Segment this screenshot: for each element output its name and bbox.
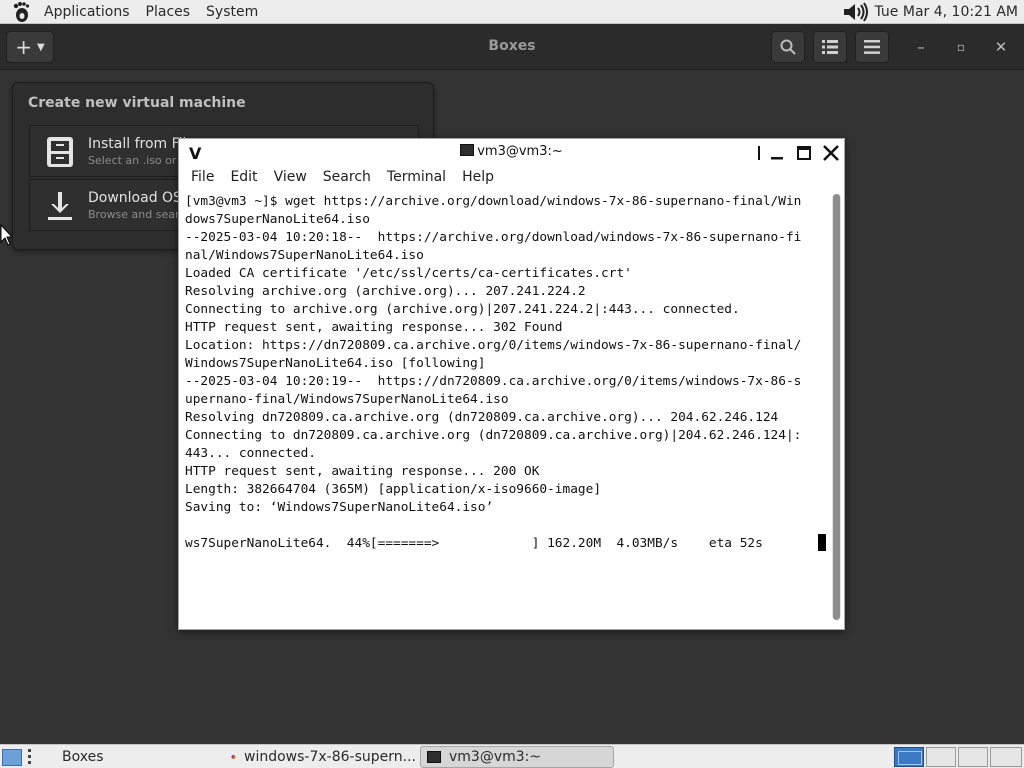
firefox-icon [231,754,236,760]
terminal-line: 443... connected. [185,446,316,461]
terminal-line: upernano-final/Windows7SuperNanoLite64.i… [185,392,509,407]
workspace-2[interactable] [926,747,956,767]
menu-system[interactable]: System [198,1,266,23]
terminal-title-wrap: vm3@vm3:~ [179,144,844,159]
menu-applications[interactable]: Applications [36,1,138,23]
maximize-icon [797,146,811,160]
terminal-close-button[interactable] [820,142,842,164]
menu-help[interactable]: Help [462,169,494,185]
menu-edit[interactable]: Edit [230,169,257,185]
terminal-line: Length: 382664704 (365M) [application/x-… [185,482,602,497]
list-view-icon [822,40,838,54]
taskbar-label: vm3@vm3:~ [449,749,542,765]
terminal-line: Loaded CA certificate '/etc/ssl/certs/ca… [185,266,632,281]
terminal-line: nal/Windows7SuperNanoLite64.iso [185,248,424,263]
titlebar-separator [758,146,760,160]
terminal-line: Resolving archive.org (archive.org)... 2… [185,284,586,299]
menu-places[interactable]: Places [138,1,199,23]
terminal-titlebar[interactable]: V vm3@vm3:~ [179,139,844,166]
taskbar-item-firefox[interactable]: windows-7x-86-supern... [228,746,416,768]
download-progress-line: ws7SuperNanoLite64. 44%[=======> ] 162.2… [185,536,763,551]
terminal-maximize-button[interactable] [793,142,815,164]
terminal-scrollbar[interactable] [832,194,841,620]
terminal-line: Location: https://dn720809.ca.archive.or… [185,338,802,353]
terminal-icon [460,144,475,156]
bottom-panel: Boxes windows-7x-86-supern... vm3@vm3:~ [0,744,1024,768]
clock[interactable]: Tue Mar 4, 10:21 AM [875,4,1019,20]
terminal-body[interactable]: [vm3@vm3 ~]$ wget https://archive.org/do… [179,190,844,629]
gnome-foot-icon[interactable] [10,1,32,23]
terminal-line: Windows7SuperNanoLite64.iso [following] [185,356,486,371]
top-panel: Applications Places System Tue Mar 4, 10… [0,0,1024,24]
mouse-pointer-icon [0,224,14,246]
volume-icon[interactable] [841,1,871,23]
maximize-button[interactable]: ▫ [948,34,974,60]
close-icon [823,145,839,161]
minimize-button[interactable]: – [908,34,934,60]
search-icon [780,39,796,55]
taskbar-item-boxes[interactable]: Boxes [40,746,220,768]
terminal-minimize-button[interactable] [766,142,788,164]
taskbar-label: windows-7x-86-supern... [244,749,416,765]
text-cursor [818,534,826,551]
menu-search[interactable]: Search [323,169,371,185]
close-button[interactable]: ✕ [988,34,1014,60]
terminal-line: Resolving dn720809.ca.archive.org (dn720… [185,410,779,425]
download-icon [48,192,72,220]
terminal-window: V vm3@vm3:~ File Edit View Search Termin… [178,138,845,630]
panel-grip-icon[interactable] [28,749,32,765]
workspace-1[interactable] [894,747,924,767]
workspace-4[interactable] [990,747,1022,767]
maximize-icon: ▫ [956,40,966,54]
terminal-menubar: File Edit View Search Terminal Help [179,166,844,188]
terminal-line: --2025-03-04 10:20:19-- https://dn720809… [185,374,802,389]
main-menu-button[interactable] [855,31,889,63]
menu-view[interactable]: View [274,169,307,185]
item-title: Download OS [88,190,182,206]
minimize-icon: – [917,38,925,56]
terminal-icon [427,751,441,763]
menu-terminal[interactable]: Terminal [387,169,446,185]
file-cabinet-icon [47,137,73,167]
terminal-output[interactable]: [vm3@vm3 ~]$ wget https://archive.org/do… [185,193,825,553]
show-desktop-icon[interactable] [2,749,22,766]
scrollbar-thumb[interactable] [833,194,840,620]
taskbar-label: Boxes [62,749,104,765]
workspace-3[interactable] [958,747,988,767]
search-button[interactable] [771,31,805,63]
close-icon: ✕ [994,38,1008,56]
terminal-line: --2025-03-04 10:20:18-- https://archive.… [185,230,802,245]
terminal-line: Saving to: ‘Windows7SuperNanoLite64.iso’ [185,500,494,515]
minimize-icon [771,157,783,160]
menu-file[interactable]: File [191,169,214,185]
terminal-line: dows7SuperNanoLite64.iso [185,212,370,227]
terminal-line: Connecting to archive.org (archive.org)|… [185,302,740,317]
terminal-line: HTTP request sent, awaiting response... … [185,320,563,335]
terminal-line: Connecting to dn720809.ca.archive.org (d… [185,428,802,443]
list-view-button[interactable] [813,31,847,63]
taskbar-item-terminal[interactable]: vm3@vm3:~ [420,746,614,768]
terminal-line: [vm3@vm3 ~]$ wget https://archive.org/do… [185,194,802,209]
terminal-title: vm3@vm3:~ [477,144,563,159]
popover-title: Create new virtual machine [28,95,246,111]
terminal-line: HTTP request sent, awaiting response... … [185,464,540,479]
boxes-headerbar: + ▼ Boxes – ▫ ✕ [0,24,1024,70]
hamburger-icon [864,40,880,54]
